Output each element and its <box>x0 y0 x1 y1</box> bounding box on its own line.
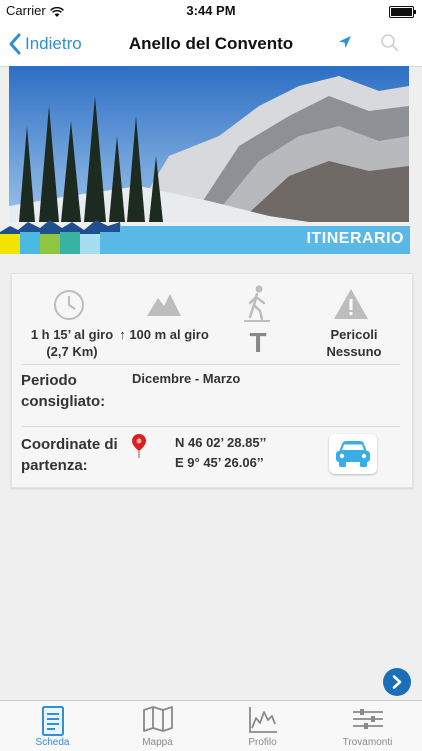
navigation-bar: Indietro Anello del Convento <box>0 22 422 67</box>
period-value: Dicembre - Marzo <box>132 371 241 386</box>
next-button[interactable] <box>383 668 411 696</box>
profile-chart-icon <box>248 707 277 733</box>
difficulty-grade: T <box>249 327 267 358</box>
car-icon <box>336 441 370 467</box>
tab-label: Trovamonti <box>342 737 393 748</box>
wave-logo <box>0 220 124 254</box>
hero-image <box>9 66 409 222</box>
tab-profilo[interactable]: Profilo <box>210 701 315 751</box>
coordinates-label: Coordinate di partenza: <box>21 436 118 474</box>
divider <box>22 364 400 365</box>
tab-scheda[interactable]: Scheda <box>0 701 105 751</box>
hiker-icon <box>242 285 272 328</box>
battery-icon <box>389 6 416 18</box>
clock-icon <box>53 289 85 326</box>
warning-icon <box>333 288 369 325</box>
divider <box>22 426 400 427</box>
tab-label: Profilo <box>248 737 277 748</box>
section-label: ITINERARIO <box>306 230 404 247</box>
tab-bar: Scheda Mappa Profilo Trovamonti <box>0 700 422 751</box>
mountain-icon <box>147 292 181 321</box>
tab-label: Scheda <box>35 737 70 748</box>
danger-stat: Pericoli Nessuno <box>326 327 382 359</box>
tab-trovamonti[interactable]: Trovamonti <box>315 701 420 751</box>
chevron-left-icon <box>9 33 21 55</box>
map-icon <box>142 706 173 732</box>
sliders-icon <box>352 709 383 729</box>
latitude-value: N 46 02’ 28.85’’ <box>175 435 267 450</box>
status-bar: Carrier 3:44 PM <box>0 0 422 22</box>
tab-label: Mappa <box>142 737 173 748</box>
location-arrow-icon[interactable] <box>337 34 353 55</box>
tab-mappa[interactable]: Mappa <box>105 701 210 751</box>
back-label: Indietro <box>25 34 82 53</box>
document-icon <box>41 706 64 736</box>
search-icon[interactable] <box>380 33 400 58</box>
longitude-value: E 9° 45’ 26.06’’ <box>175 455 264 470</box>
back-button[interactable]: Indietro <box>8 22 82 66</box>
itinerary-banner: ITINERARIO <box>0 216 422 254</box>
clock: 3:44 PM <box>186 3 236 18</box>
chevron-right-icon <box>392 675 402 689</box>
itinerary-card: 1 h 15’ al giro (2,7 Km) ↑ 100 m al giro… <box>11 273 413 488</box>
map-pin-icon <box>132 434 146 463</box>
elevation-stat: ↑ 100 m al giro <box>119 327 209 342</box>
directions-car-button[interactable] <box>329 434 377 474</box>
duration-stat: 1 h 15’ al giro (2,7 Km) <box>30 327 114 359</box>
period-label: Periodo consigliato: <box>21 372 106 410</box>
